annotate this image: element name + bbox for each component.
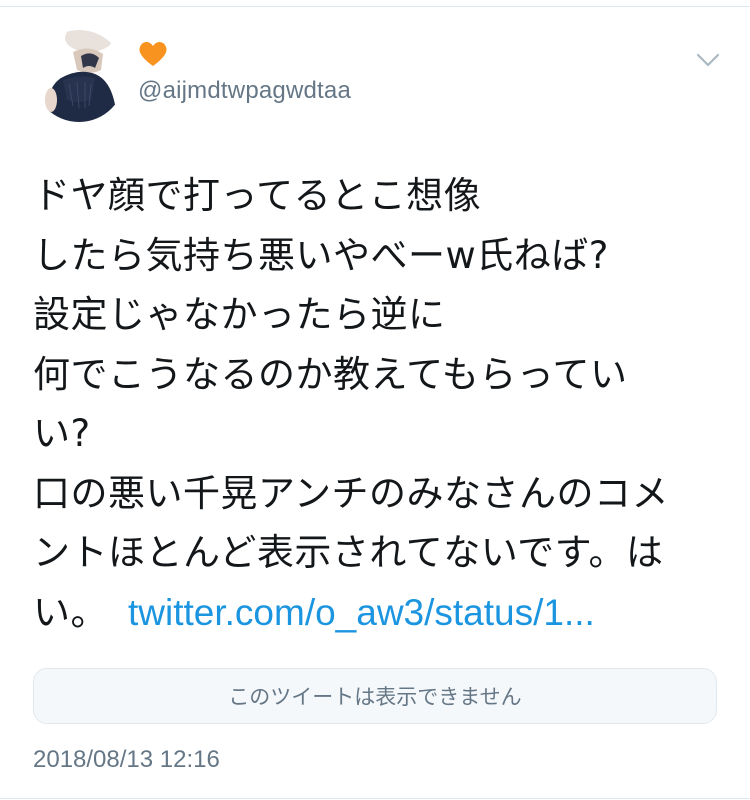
tweet-text-line: い? — [33, 412, 91, 455]
tweet-text-line: い。 — [33, 590, 108, 634]
bottom-divider — [0, 798, 750, 799]
quoted-tweet-unavailable-label: このツイートは表示できません — [228, 685, 522, 709]
tweet-text-line: ントほとんど表示されてないです。は — [33, 531, 664, 574]
quoted-tweet-unavailable[interactable]: このツイートは表示できません — [33, 668, 717, 724]
chevron-down-icon[interactable] — [694, 50, 722, 70]
tweet-text-line: したら気持ち悪いやべーw氏ねば? — [33, 233, 609, 277]
user-handle[interactable]: @aijmdtwpagwdtaa — [138, 76, 351, 106]
tweet-text: ドヤ顔で打ってるとこ想像 したら気持ち悪いやべーw氏ねば? 設定じゃなかったら逆… — [33, 166, 723, 642]
tweet-text-line: 何でこうなるのか教えてもらってい — [33, 352, 628, 396]
top-divider — [0, 6, 750, 7]
tweet-text-last-line: い。 twitter.com/o_aw3/status/1... — [33, 583, 723, 643]
tweet-text-line: ドヤ顔で打ってるとこ想像 — [33, 174, 482, 217]
tweet-text-line: 設定じゃなかったら逆に — [33, 293, 446, 336]
orange-heart-icon — [138, 40, 168, 68]
tweet-timestamp: 2018/08/13 12:16 — [33, 746, 220, 773]
avatar-image — [33, 30, 125, 122]
display-name[interactable] — [138, 40, 168, 70]
tweet-link[interactable]: twitter.com/o_aw3/status/1... — [128, 592, 595, 633]
avatar[interactable] — [33, 30, 125, 122]
tweet-text-line: 口の悪い千晃アンチのみなさんのコメ — [33, 471, 670, 515]
